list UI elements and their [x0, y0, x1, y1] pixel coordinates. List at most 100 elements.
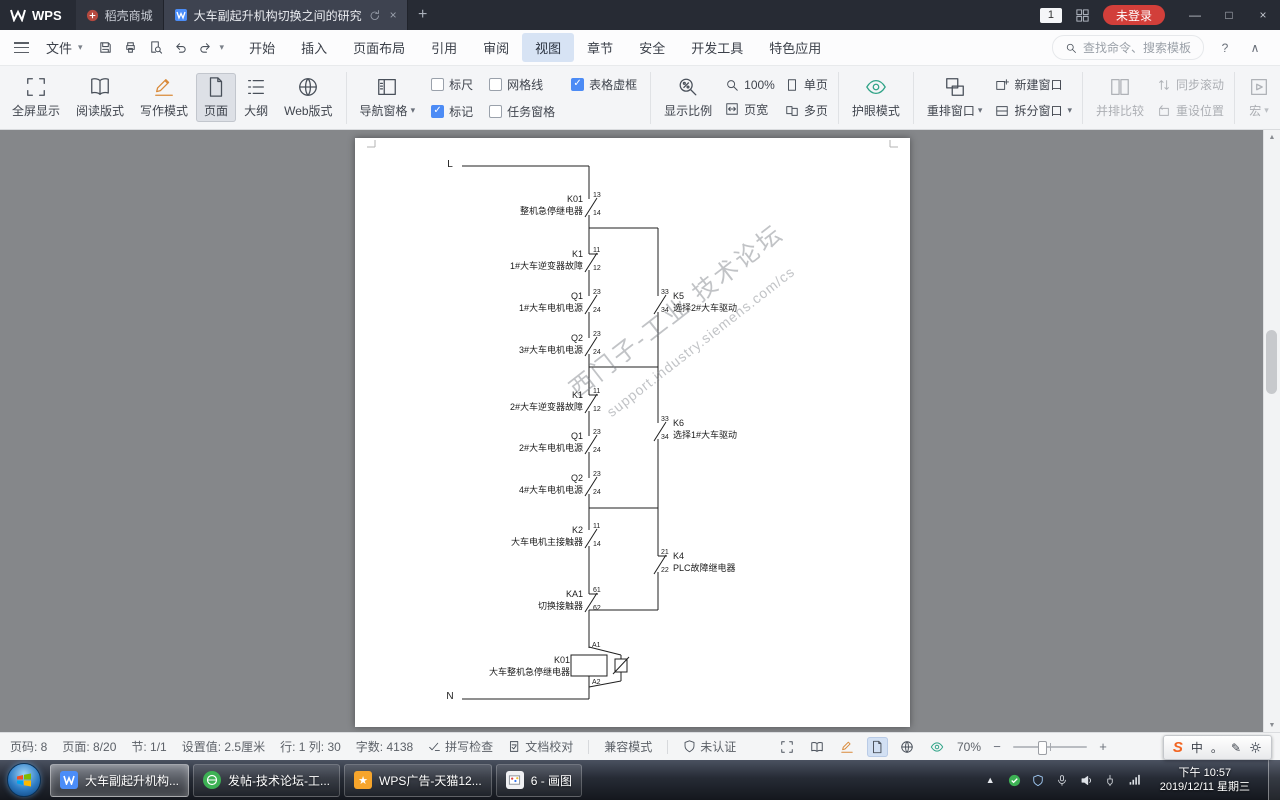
ime-punctuation-toggle[interactable]: 。	[1211, 739, 1223, 756]
compat-mode[interactable]: 兼容模式	[604, 738, 652, 755]
print-button[interactable]	[118, 35, 143, 60]
setting-value[interactable]: 设置值: 2.5厘米	[182, 738, 265, 755]
page-number[interactable]: 页码: 8	[10, 738, 47, 755]
ruler-checkbox[interactable]: 标尺	[431, 76, 473, 93]
zoom-100-button[interactable]: 100%	[720, 78, 780, 92]
section-info[interactable]: 节: 1/1	[131, 738, 166, 755]
taskbar-item-wps-ad[interactable]: ★ WPS广告-天猫12...	[344, 763, 492, 797]
word-count[interactable]: 字数: 4138	[356, 738, 413, 755]
close-button[interactable]: ×	[1246, 0, 1280, 30]
reading-view-button[interactable]	[807, 737, 828, 757]
web-view-button[interactable]	[897, 737, 918, 757]
tab-docer-mall[interactable]: 稻壳商城	[75, 0, 164, 30]
zoom-level[interactable]: 70%	[957, 740, 981, 754]
tray-expand-icon[interactable]: ▲	[983, 773, 998, 788]
antivirus-icon[interactable]	[1007, 773, 1022, 788]
writing-mode-button[interactable]: 写作模式	[132, 73, 196, 122]
tab-insert[interactable]: 插入	[288, 33, 340, 62]
login-button[interactable]: 未登录	[1102, 5, 1165, 25]
message-badge[interactable]: 1	[1039, 7, 1062, 23]
file-menu[interactable]: 文件 ▾	[38, 38, 93, 57]
tab-view[interactable]: 视图	[522, 33, 575, 62]
writing-view-button[interactable]	[837, 737, 858, 757]
page-view-button[interactable]	[866, 736, 888, 757]
ime-logo-icon[interactable]: S	[1173, 739, 1183, 756]
document-page[interactable]: 西门子-工业 技术论坛 support.industry.siemens.com…	[355, 138, 910, 727]
markup-checkbox[interactable]: ✓ 标记	[431, 103, 473, 120]
usb-icon[interactable]	[1103, 773, 1118, 788]
single-page-button[interactable]: 单页	[780, 76, 833, 93]
tab-dev-tools[interactable]: 开发工具	[678, 33, 756, 62]
tab-close-icon[interactable]: ×	[390, 8, 397, 22]
fit-screen-button[interactable]	[777, 737, 798, 757]
start-button[interactable]	[0, 760, 48, 800]
apps-icon[interactable]	[1075, 8, 1090, 23]
eye-protect-button[interactable]	[927, 737, 948, 757]
redo-button[interactable]	[193, 35, 218, 60]
main-menu-icon[interactable]	[14, 42, 29, 53]
tab-home[interactable]: 开始	[236, 33, 288, 62]
zoom-ratio-button[interactable]: 显示比例	[656, 73, 720, 122]
toolbar-caret-icon[interactable]: ▾	[218, 42, 227, 53]
sync-icon[interactable]	[368, 9, 380, 21]
scroll-up-icon[interactable]: ▲	[1264, 130, 1280, 144]
tab-document[interactable]: 大车副起升机构切换之间的研究 ×	[163, 0, 408, 30]
eye-protection-button[interactable]: 护眼模式	[844, 73, 908, 122]
page-mode-button[interactable]: 页面	[196, 73, 237, 122]
scrollbar-thumb[interactable]	[1266, 330, 1277, 394]
tab-references[interactable]: 引用	[418, 33, 470, 62]
fullscreen-button[interactable]: 全屏显示	[4, 73, 68, 122]
gridlines-checkbox[interactable]: 网格线	[489, 76, 555, 93]
tab-security[interactable]: 安全	[626, 33, 678, 62]
page-count[interactable]: 页面: 8/20	[62, 738, 116, 755]
help-button[interactable]: ?	[1216, 41, 1234, 55]
scroll-down-icon[interactable]: ▼	[1264, 718, 1280, 732]
new-window-button[interactable]: 新建窗口	[990, 76, 1077, 93]
security-icon[interactable]	[1031, 773, 1046, 788]
vertical-scrollbar[interactable]: ▲ ▼	[1263, 130, 1280, 732]
web-layout-button[interactable]: Web版式	[276, 73, 340, 122]
maximize-button[interactable]: □	[1212, 0, 1246, 30]
certification-status[interactable]: 未认证	[683, 738, 736, 755]
rearrange-windows-button[interactable]: 重排窗口 ▾	[919, 73, 991, 122]
ime-settings-icon[interactable]	[1249, 741, 1262, 754]
collapse-ribbon-button[interactable]: ∧	[1246, 41, 1264, 55]
doc-proof-button[interactable]: 文档校对	[508, 738, 573, 755]
task-pane-checkbox[interactable]: 任务窗格	[489, 103, 555, 120]
taskbar-item-browser[interactable]: 发帖-技术论坛-工...	[193, 763, 341, 797]
zoom-out-button[interactable]: −	[990, 739, 1004, 754]
ime-pen-icon[interactable]: ✎	[1231, 741, 1241, 755]
microphone-icon[interactable]	[1055, 773, 1070, 788]
zoom-slider[interactable]	[1013, 740, 1087, 755]
row-col-info[interactable]: 行: 1 列: 30	[280, 738, 341, 755]
print-preview-button[interactable]	[143, 35, 168, 60]
volume-icon[interactable]	[1079, 773, 1094, 788]
spell-check-button[interactable]: 拼写检查	[428, 738, 493, 755]
zoom-slider-thumb[interactable]	[1038, 740, 1048, 755]
tab-page-layout[interactable]: 页面布局	[340, 33, 418, 62]
nav-pane-button[interactable]: 导航窗格 ▾	[352, 73, 424, 122]
table-border-checkbox[interactable]: ✓ 表格虚框	[571, 76, 637, 93]
taskbar-item-paint[interactable]: 6 - 画图	[495, 763, 583, 797]
reading-layout-button[interactable]: 阅读版式	[68, 73, 132, 122]
ime-lang-toggle[interactable]: 中	[1191, 739, 1203, 756]
minimize-button[interactable]: —	[1178, 0, 1212, 30]
tab-special-apps[interactable]: 特色应用	[756, 33, 834, 62]
network-icon[interactable]	[1127, 773, 1142, 788]
outline-button[interactable]: 大纲	[236, 73, 276, 122]
tab-section[interactable]: 章节	[574, 33, 626, 62]
show-desktop-button[interactable]	[1268, 760, 1280, 800]
save-button[interactable]	[93, 35, 118, 60]
page-width-button[interactable]: 页宽	[720, 101, 780, 118]
taskbar-item-wps-doc[interactable]: 大车副起升机构...	[50, 763, 190, 797]
zoom-in-button[interactable]: +	[1096, 739, 1110, 754]
undo-button[interactable]	[168, 35, 193, 60]
wps-logo[interactable]: WPS	[0, 0, 76, 30]
split-window-button[interactable]: 拆分窗口 ▾	[990, 102, 1077, 119]
tab-review[interactable]: 审阅	[470, 33, 522, 62]
relay-desc: 选择1#大车驱动	[673, 430, 738, 440]
multi-page-button[interactable]: 多页	[780, 102, 833, 119]
taskbar-clock[interactable]: 下午 10:57 2019/12/11 星期三	[1151, 766, 1259, 794]
new-tab-button[interactable]: +	[408, 0, 438, 30]
command-search[interactable]: 查找命令、搜索模板	[1051, 35, 1204, 60]
